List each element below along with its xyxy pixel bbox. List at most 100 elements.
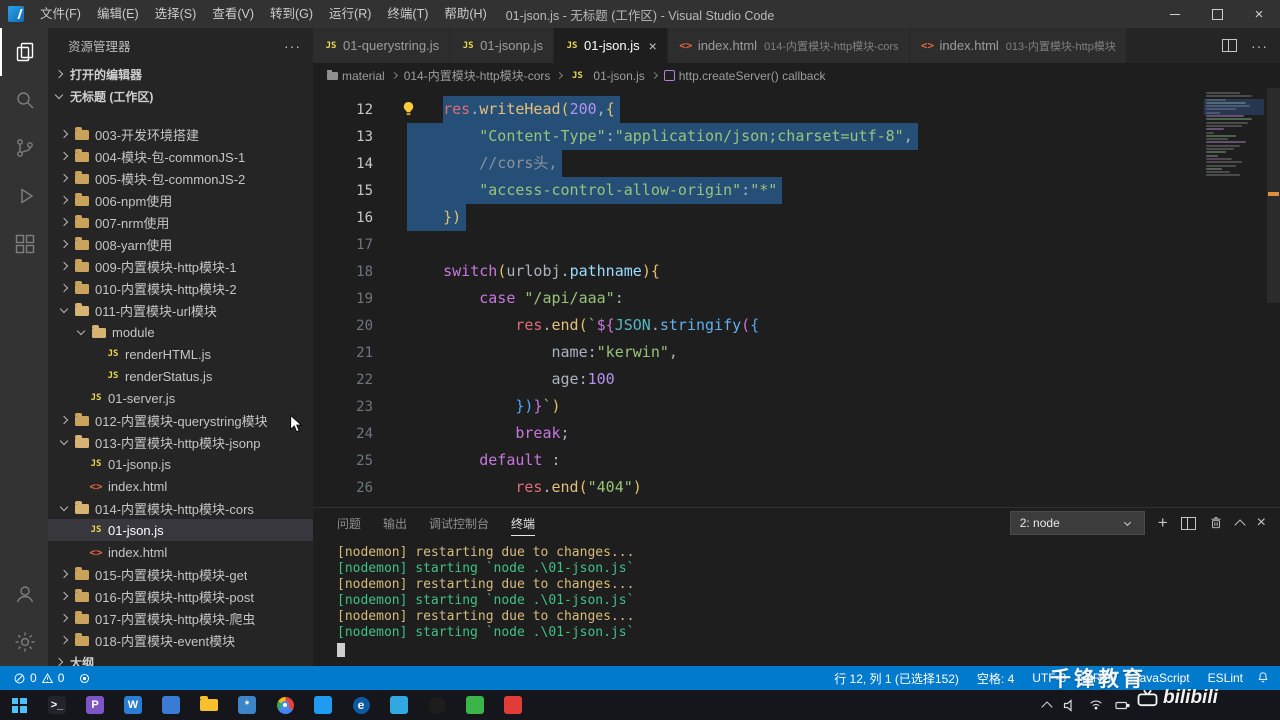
code-editor[interactable]: 12 res.writeHead(200,{13 "Content-Type":… bbox=[313, 88, 1280, 508]
breadcrumb-item[interactable]: http.createServer() callback bbox=[663, 69, 825, 83]
editor-tab[interactable]: JS 01-jsonp.js bbox=[450, 28, 553, 63]
network-wifi-icon[interactable] bbox=[1089, 699, 1103, 711]
split-terminal-icon[interactable] bbox=[1180, 516, 1196, 530]
code-line[interactable]: 13 "Content-Type":"application/json;char… bbox=[313, 123, 1280, 150]
code-line[interactable]: 16 }) bbox=[313, 204, 1280, 231]
code-line[interactable]: 12 res.writeHead(200,{ bbox=[313, 96, 1280, 123]
menu-item[interactable]: 文件(F) bbox=[32, 0, 89, 28]
problems-indicator[interactable]: 0 0 bbox=[8, 671, 69, 685]
tree-item[interactable]: 009-内置模块-http模块-1 bbox=[48, 255, 313, 277]
tree-item[interactable]: 013-内置模块-http模块-jsonp bbox=[48, 431, 313, 453]
tree-item[interactable]: module bbox=[48, 321, 313, 343]
settings-gear-icon[interactable] bbox=[0, 618, 48, 666]
code-line[interactable]: 15 "access-control-allow-origin":"*" bbox=[313, 177, 1280, 204]
tree-item[interactable]: 016-内置模块-http模块-post bbox=[48, 585, 313, 607]
close-button[interactable]: × bbox=[1238, 0, 1280, 28]
status-item[interactable]: 空格: 4 bbox=[968, 670, 1023, 687]
more-actions-icon[interactable]: ··· bbox=[284, 38, 301, 54]
tree-item[interactable]: 004-模块-包-commonJS-1 bbox=[48, 145, 313, 167]
code-line[interactable]: 25 default : bbox=[313, 447, 1280, 474]
notifications-bell-icon[interactable] bbox=[1252, 671, 1280, 685]
code-line[interactable]: 23 })}`) bbox=[313, 393, 1280, 420]
menu-item[interactable]: 帮助(H) bbox=[436, 0, 494, 28]
breadcrumb-item[interactable]: JS 01-json.js bbox=[569, 69, 645, 83]
tree-item[interactable]: 011-内置模块-url模块 bbox=[48, 299, 313, 321]
run-debug-icon[interactable] bbox=[0, 172, 48, 220]
tree-item[interactable]: 003-开发环境搭建 bbox=[48, 123, 313, 145]
code-line[interactable]: 26 res.end("404") bbox=[313, 474, 1280, 501]
tree-item[interactable]: 010-内置模块-http模块-2 bbox=[48, 277, 313, 299]
editor-tab[interactable]: JS 01-querystring.js bbox=[313, 28, 450, 63]
code-line[interactable]: 17 bbox=[313, 231, 1280, 258]
tab-close-icon[interactable]: × bbox=[649, 38, 657, 54]
terminal-prompt[interactable] bbox=[337, 641, 1280, 657]
editor-more-actions-icon[interactable]: ··· bbox=[1251, 38, 1268, 54]
menu-item[interactable]: 编辑(E) bbox=[89, 0, 147, 28]
chrome-taskbar-icon[interactable] bbox=[266, 690, 304, 720]
windows-start-taskbar-icon[interactable] bbox=[0, 690, 38, 720]
extensions-icon[interactable] bbox=[0, 220, 48, 268]
tree-item[interactable]: JS 01-json.js bbox=[48, 519, 313, 541]
qq-taskbar-icon[interactable] bbox=[418, 690, 456, 720]
menu-item[interactable]: 选择(S) bbox=[147, 0, 205, 28]
terminal-app-taskbar-icon[interactable]: >_ bbox=[38, 690, 76, 720]
panel-tab[interactable]: 终端 bbox=[511, 511, 536, 536]
tree-item[interactable]: JS renderStatus.js bbox=[48, 365, 313, 387]
app-blue-doc-taskbar-icon[interactable] bbox=[152, 690, 190, 720]
tree-item[interactable]: 007-nrm使用 bbox=[48, 211, 313, 233]
tree-item[interactable]: <> index.html bbox=[48, 541, 313, 563]
source-control-icon[interactable] bbox=[0, 124, 48, 172]
edge-taskbar-icon[interactable]: e bbox=[342, 690, 380, 720]
tree-item[interactable]: 015-内置模块-http模块-get bbox=[48, 563, 313, 585]
app-red-taskbar-icon[interactable] bbox=[494, 690, 532, 720]
open-editors-section[interactable]: 打开的编辑器 bbox=[48, 63, 313, 85]
tree-item[interactable]: 012-内置模块-querystring模块 bbox=[48, 409, 313, 431]
terminal-output[interactable]: [nodemon] restarting due to changes... [n… bbox=[313, 538, 1280, 657]
maximize-button[interactable] bbox=[1196, 0, 1238, 28]
close-panel-icon[interactable]: × bbox=[1257, 514, 1266, 532]
explorer-icon[interactable] bbox=[0, 28, 48, 76]
tree-item[interactable]: 008-yarn使用 bbox=[48, 233, 313, 255]
tree-item[interactable]: <> index.html bbox=[48, 475, 313, 497]
tree-item[interactable]: JS renderHTML.js bbox=[48, 343, 313, 365]
tree-item[interactable]: 014-内置模块-http模块-cors bbox=[48, 497, 313, 519]
new-terminal-icon[interactable]: + bbox=[1158, 513, 1168, 533]
split-editor-icon[interactable] bbox=[1222, 39, 1237, 52]
app-asterisk-taskbar-icon[interactable]: * bbox=[228, 690, 266, 720]
status-extra-icon[interactable] bbox=[73, 672, 96, 685]
minimize-button[interactable] bbox=[1154, 0, 1196, 28]
tree-item[interactable]: 005-模块-包-commonJS-2 bbox=[48, 167, 313, 189]
editor-tab[interactable]: <> index.html 013-内置模块-http模块 bbox=[909, 28, 1126, 63]
minimap[interactable] bbox=[1204, 92, 1264, 177]
tree-item[interactable]: JS 01-jsonp.js bbox=[48, 453, 313, 475]
account-icon[interactable] bbox=[0, 570, 48, 618]
vscode-taskbar-icon[interactable] bbox=[304, 690, 342, 720]
word-taskbar-icon[interactable]: W bbox=[114, 690, 152, 720]
maximize-panel-icon[interactable] bbox=[1233, 518, 1246, 531]
kill-terminal-icon[interactable] bbox=[1209, 516, 1223, 530]
code-line[interactable]: 14 //cors头, bbox=[313, 150, 1280, 177]
tree-item[interactable]: JS 01-server.js bbox=[48, 387, 313, 409]
tree-item[interactable]: 017-内置模块-http模块-爬虫 bbox=[48, 607, 313, 629]
status-item[interactable]: 行 12, 列 1 (已选择152) bbox=[825, 670, 968, 687]
outline-section[interactable]: 大纲 bbox=[48, 651, 313, 666]
tree-item[interactable]: 006-npm使用 bbox=[48, 189, 313, 211]
code-line[interactable]: 18 switch(urlobj.pathname){ bbox=[313, 258, 1280, 285]
terminal-picker-dropdown[interactable]: 2: node bbox=[1009, 511, 1145, 535]
menu-item[interactable]: 终端(T) bbox=[379, 0, 436, 28]
tray-chevron-up-icon[interactable] bbox=[1041, 700, 1053, 713]
editor-tab[interactable]: JS 01-json.js × bbox=[553, 28, 667, 63]
app-p-taskbar-icon[interactable]: P bbox=[76, 690, 114, 720]
editor-tab[interactable]: <> index.html 014-内置模块-http模块-cors bbox=[667, 28, 909, 63]
tree-item[interactable]: 018-内置模块-event模块 bbox=[48, 629, 313, 651]
menu-item[interactable]: 转到(G) bbox=[262, 0, 321, 28]
panel-tab[interactable]: 输出 bbox=[383, 511, 407, 536]
breadcrumb-item[interactable]: 014-内置模块-http模块-cors bbox=[404, 67, 551, 84]
search-icon[interactable] bbox=[0, 76, 48, 124]
status-item[interactable]: ESLint bbox=[1199, 671, 1252, 685]
panel-tab[interactable]: 调试控制台 bbox=[429, 511, 489, 536]
code-line[interactable]: 21 name:"kerwin", bbox=[313, 339, 1280, 366]
panel-tab[interactable]: 问题 bbox=[337, 511, 361, 536]
battery-icon[interactable] bbox=[1115, 700, 1130, 711]
file-explorer-taskbar-icon[interactable] bbox=[190, 690, 228, 720]
